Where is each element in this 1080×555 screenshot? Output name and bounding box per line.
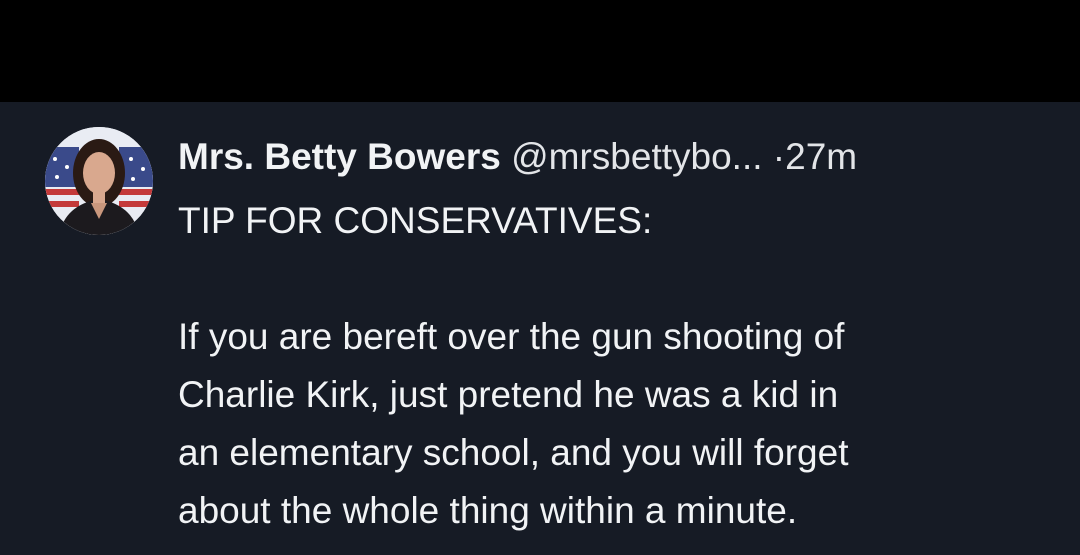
paragraph-break <box>178 250 1058 308</box>
tweet-header: Mrs. Betty Bowers @mrsbettybo... ·27m <box>178 130 1058 184</box>
tweet-text-line: Charlie Kirk, just pretend he was a kid … <box>178 374 839 415</box>
profile-photo-avatar-icon <box>45 127 153 235</box>
tweet-title-line: TIP FOR CONSERVATIVES: <box>178 200 653 241</box>
top-bar <box>0 0 1080 102</box>
timestamp[interactable]: 27m <box>785 136 857 177</box>
tweet-text-line: If you are bereft over the gun shooting … <box>178 316 845 357</box>
tweet-text-line: an elementary school, and you will forge… <box>178 432 849 473</box>
display-name[interactable]: Mrs. Betty Bowers <box>178 136 501 177</box>
separator-dot: · <box>772 136 786 177</box>
tweet-text: TIP FOR CONSERVATIVES: If you are bereft… <box>178 192 1058 540</box>
tweet-card[interactable]: Mrs. Betty Bowers @mrsbettybo... ·27m TI… <box>0 102 1080 555</box>
tweet-text-line: about the whole thing within a minute. <box>178 490 798 531</box>
user-handle[interactable]: @mrsbettybo... <box>511 136 762 177</box>
avatar[interactable] <box>45 127 153 235</box>
